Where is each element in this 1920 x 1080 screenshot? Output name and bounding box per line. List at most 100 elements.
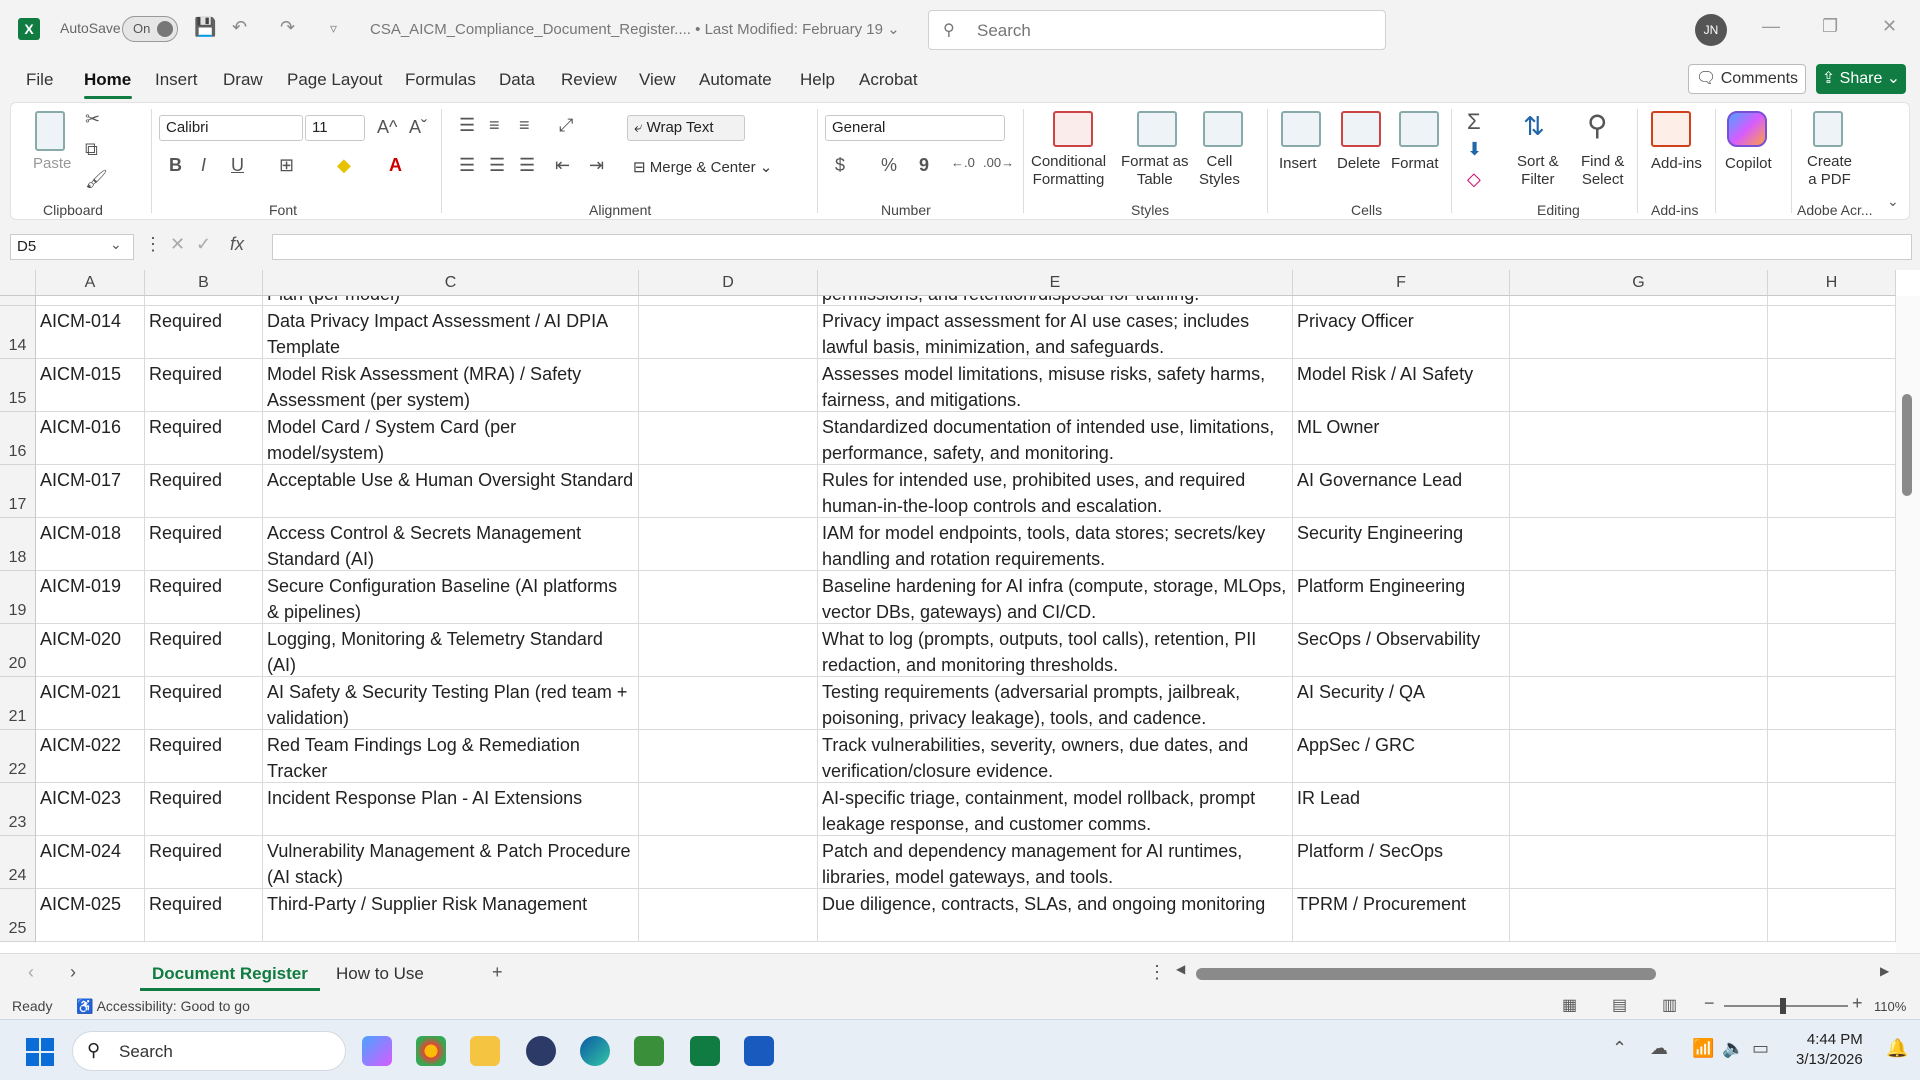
sheet-tab-how-to-use[interactable]: How to Use [324, 960, 436, 988]
tab-insert[interactable]: Insert [155, 70, 198, 90]
increase-indent-icon[interactable]: ⇥ [589, 155, 604, 176]
cell-b[interactable]: Required [145, 783, 263, 836]
cell-d[interactable] [639, 677, 818, 730]
cell-f[interactable]: AppSec / GRC [1293, 730, 1510, 783]
cell-c[interactable]: Model Risk Assessment (MRA) / Safety Ass… [263, 359, 639, 412]
cell-g[interactable] [1510, 412, 1768, 465]
cell-e[interactable]: What to log (prompts, outputs, tool call… [818, 624, 1293, 677]
row-header[interactable]: 22 [0, 730, 36, 783]
prev-sheet-icon[interactable]: ‹ [28, 962, 34, 983]
find-select-icon[interactable]: ⚲ [1587, 109, 1608, 142]
cell-c[interactable]: Acceptable Use & Human Oversight Standar… [263, 465, 639, 518]
taskbar-search[interactable]: ⚲ Search [72, 1031, 346, 1071]
cell-b[interactable]: Required [145, 730, 263, 783]
column-header-g[interactable]: G [1510, 270, 1768, 296]
search-box[interactable]: ⚲ [928, 10, 1386, 50]
tab-help[interactable]: Help [800, 70, 835, 90]
cell-g[interactable] [1510, 836, 1768, 889]
cell-e[interactable]: IAM for model endpoints, tools, data sto… [818, 518, 1293, 571]
cell-e[interactable]: Patch and dependency management for AI r… [818, 836, 1293, 889]
column-header-h[interactable]: H [1768, 270, 1896, 296]
cell-e[interactable]: Assesses model limitations, misuse risks… [818, 359, 1293, 412]
cell-g[interactable] [1510, 518, 1768, 571]
font-color-icon[interactable]: A [389, 155, 402, 176]
fill-icon[interactable]: ⬇ [1467, 139, 1482, 160]
cell-d[interactable] [639, 624, 818, 677]
cell-f[interactable]: Security Engineering [1293, 518, 1510, 571]
battery-icon[interactable]: ▭ [1752, 1038, 1769, 1059]
cell-f[interactable]: TPRM / Procurement [1293, 889, 1510, 942]
cell-c[interactable]: Incident Response Plan - AI Extensions [263, 783, 639, 836]
cancel-entry-icon[interactable]: ✕ [170, 234, 185, 255]
minimize-icon[interactable]: — [1762, 16, 1780, 37]
zoom-level[interactable]: 110% [1874, 999, 1906, 1014]
column-header-a[interactable]: A [36, 270, 145, 296]
column-header-f[interactable]: F [1293, 270, 1510, 296]
system-clock[interactable]: 4:44 PM 3/13/2026 [1796, 1030, 1863, 1070]
cell-d[interactable] [639, 306, 818, 359]
currency-button[interactable]: $ [835, 155, 845, 176]
cell-f[interactable]: Platform Engineering [1293, 571, 1510, 624]
cell-d[interactable] [639, 730, 818, 783]
comments-button[interactable]: 🗨 Comments [1688, 64, 1806, 94]
notification-icon[interactable]: 🔔 [1886, 1038, 1908, 1059]
format-painter-icon[interactable]: 🖌 [85, 169, 108, 190]
tab-review[interactable]: Review [561, 70, 617, 90]
cell-d[interactable] [639, 783, 818, 836]
scroll-left-icon[interactable]: ◀ [1176, 962, 1185, 976]
cell-d[interactable] [639, 412, 818, 465]
cell-c[interactable]: Vulnerability Management & Patch Procedu… [263, 836, 639, 889]
row-header[interactable]: 19 [0, 571, 36, 624]
cell-g[interactable] [1510, 571, 1768, 624]
cell-c[interactable]: Model Card / System Card (per model/syst… [263, 412, 639, 465]
format-cells-icon[interactable] [1399, 111, 1439, 147]
align-middle-icon[interactable]: ≡ [489, 115, 500, 136]
tab-page-layout[interactable]: Page Layout [287, 70, 382, 90]
cell-a[interactable]: AICM-022 [36, 730, 145, 783]
cell-h[interactable] [1768, 783, 1896, 836]
percent-button[interactable]: % [881, 155, 897, 176]
cell-g[interactable] [1510, 465, 1768, 518]
cell-b[interactable]: Required [145, 889, 263, 942]
tab-file[interactable]: File [26, 70, 53, 90]
number-format-select[interactable]: General [825, 115, 1005, 141]
page-layout-view-icon[interactable]: ▤ [1612, 995, 1627, 1015]
sheet-options-icon[interactable]: ⋮ [1148, 962, 1166, 983]
normal-view-icon[interactable]: ▦ [1562, 995, 1577, 1015]
cell-styles-button[interactable]: Cell Styles [1199, 153, 1240, 189]
sort-filter-button[interactable]: Sort & Filter [1517, 153, 1559, 189]
cell-c[interactable]: Secure Configuration Baseline (AI platfo… [263, 571, 639, 624]
tab-view[interactable]: View [639, 70, 676, 90]
cell-a[interactable]: AICM-021 [36, 677, 145, 730]
confirm-entry-icon[interactable]: ✓ [196, 234, 211, 255]
zoom-slider[interactable] [1724, 1005, 1848, 1007]
cell-b[interactable]: Required [145, 571, 263, 624]
format-cells-button[interactable]: Format [1391, 155, 1439, 173]
worksheet-grid[interactable]: AICM-013RequiredTraining/Fine-tuning Dat… [0, 270, 1920, 953]
close-icon[interactable]: ✕ [1882, 16, 1897, 37]
format-as-table-icon[interactable] [1137, 111, 1177, 147]
create-pdf-button[interactable]: Create a PDF [1807, 153, 1852, 189]
cut-icon[interactable]: ✂ [85, 109, 100, 130]
accessibility-status[interactable]: ♿ Accessibility: Good to go [76, 998, 250, 1015]
row-header[interactable]: 14 [0, 306, 36, 359]
align-bottom-icon[interactable]: ≡ [519, 115, 530, 136]
cell-e[interactable]: Testing requirements (adversarial prompt… [818, 677, 1293, 730]
bold-button[interactable]: B [169, 155, 182, 176]
row-header[interactable]: 15 [0, 359, 36, 412]
tab-automate[interactable]: Automate [699, 70, 772, 90]
notepad-app-icon[interactable] [634, 1036, 664, 1066]
cell-e[interactable]: Privacy impact assessment for AI use cas… [818, 306, 1293, 359]
increase-decimal-icon[interactable]: ←.0 [951, 155, 975, 170]
cell-f[interactable]: Privacy Officer [1293, 306, 1510, 359]
fill-color-icon[interactable]: ◆ [337, 155, 351, 176]
add-ins-button[interactable]: Add-ins [1651, 155, 1702, 173]
zoom-out-icon[interactable]: − [1704, 993, 1715, 1014]
document-title[interactable]: CSA_AICM_Compliance_Document_Register...… [370, 20, 900, 38]
chrome-app-icon[interactable] [416, 1036, 446, 1066]
customize-toolbar-icon[interactable]: ▿ [330, 20, 337, 37]
align-left-icon[interactable]: ☰ [459, 155, 475, 176]
format-as-table-button[interactable]: Format as Table [1121, 153, 1189, 189]
cell-e[interactable]: Due diligence, contracts, SLAs, and ongo… [818, 889, 1293, 942]
row-header[interactable]: 23 [0, 783, 36, 836]
